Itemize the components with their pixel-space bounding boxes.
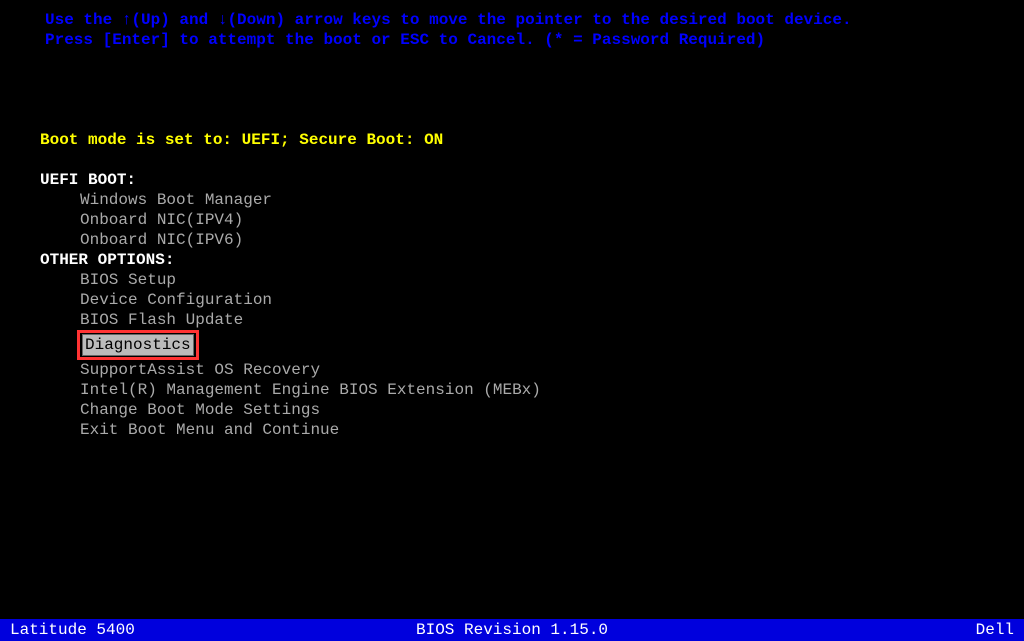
boot-item-change-boot-mode[interactable]: Change Boot Mode Settings [40, 400, 984, 420]
status-bar: Latitude 5400 BIOS Revision 1.15.0 Dell [0, 619, 1024, 641]
other-options-header: OTHER OPTIONS: [40, 250, 984, 270]
instructions-text: Use the ↑(Up) and ↓(Down) arrow keys to … [0, 0, 1024, 50]
uefi-boot-header: UEFI BOOT: [40, 170, 984, 190]
instructions-line1-p3: arrow keys to move the pointer to the de… [285, 11, 852, 29]
diagnostics-highlight-box: Diagnostics [77, 330, 199, 360]
status-model: Latitude 5400 [10, 620, 345, 640]
boot-item-bios-flash-update[interactable]: BIOS Flash Update [40, 310, 984, 330]
boot-item-exit-boot-menu[interactable]: Exit Boot Menu and Continue [40, 420, 984, 440]
down-arrow-icon: ↓(Down) [218, 11, 285, 29]
instructions-line2: Press [Enter] to attempt the boot or ESC… [45, 30, 979, 50]
boot-item-windows-boot-manager[interactable]: Windows Boot Manager [40, 190, 984, 210]
instructions-line1-p2: and [170, 11, 218, 29]
boot-item-onboard-nic-ipv6[interactable]: Onboard NIC(IPV6) [40, 230, 984, 250]
boot-item-bios-setup[interactable]: BIOS Setup [40, 270, 984, 290]
boot-menu: UEFI BOOT: Windows Boot Manager Onboard … [0, 170, 1024, 440]
boot-mode-status: Boot mode is set to: UEFI; Secure Boot: … [0, 130, 1024, 150]
boot-item-onboard-nic-ipv4[interactable]: Onboard NIC(IPV4) [40, 210, 984, 230]
instructions-line1-p1: Use the [45, 11, 122, 29]
boot-item-device-configuration[interactable]: Device Configuration [40, 290, 984, 310]
status-vendor: Dell [679, 620, 1014, 640]
boot-item-diagnostics[interactable]: Diagnostics [82, 334, 194, 356]
boot-item-supportassist-os-recovery[interactable]: SupportAssist OS Recovery [40, 360, 984, 380]
up-arrow-icon: ↑(Up) [122, 11, 170, 29]
status-bios-revision: BIOS Revision 1.15.0 [345, 620, 680, 640]
boot-item-mebx[interactable]: Intel(R) Management Engine BIOS Extensio… [40, 380, 984, 400]
